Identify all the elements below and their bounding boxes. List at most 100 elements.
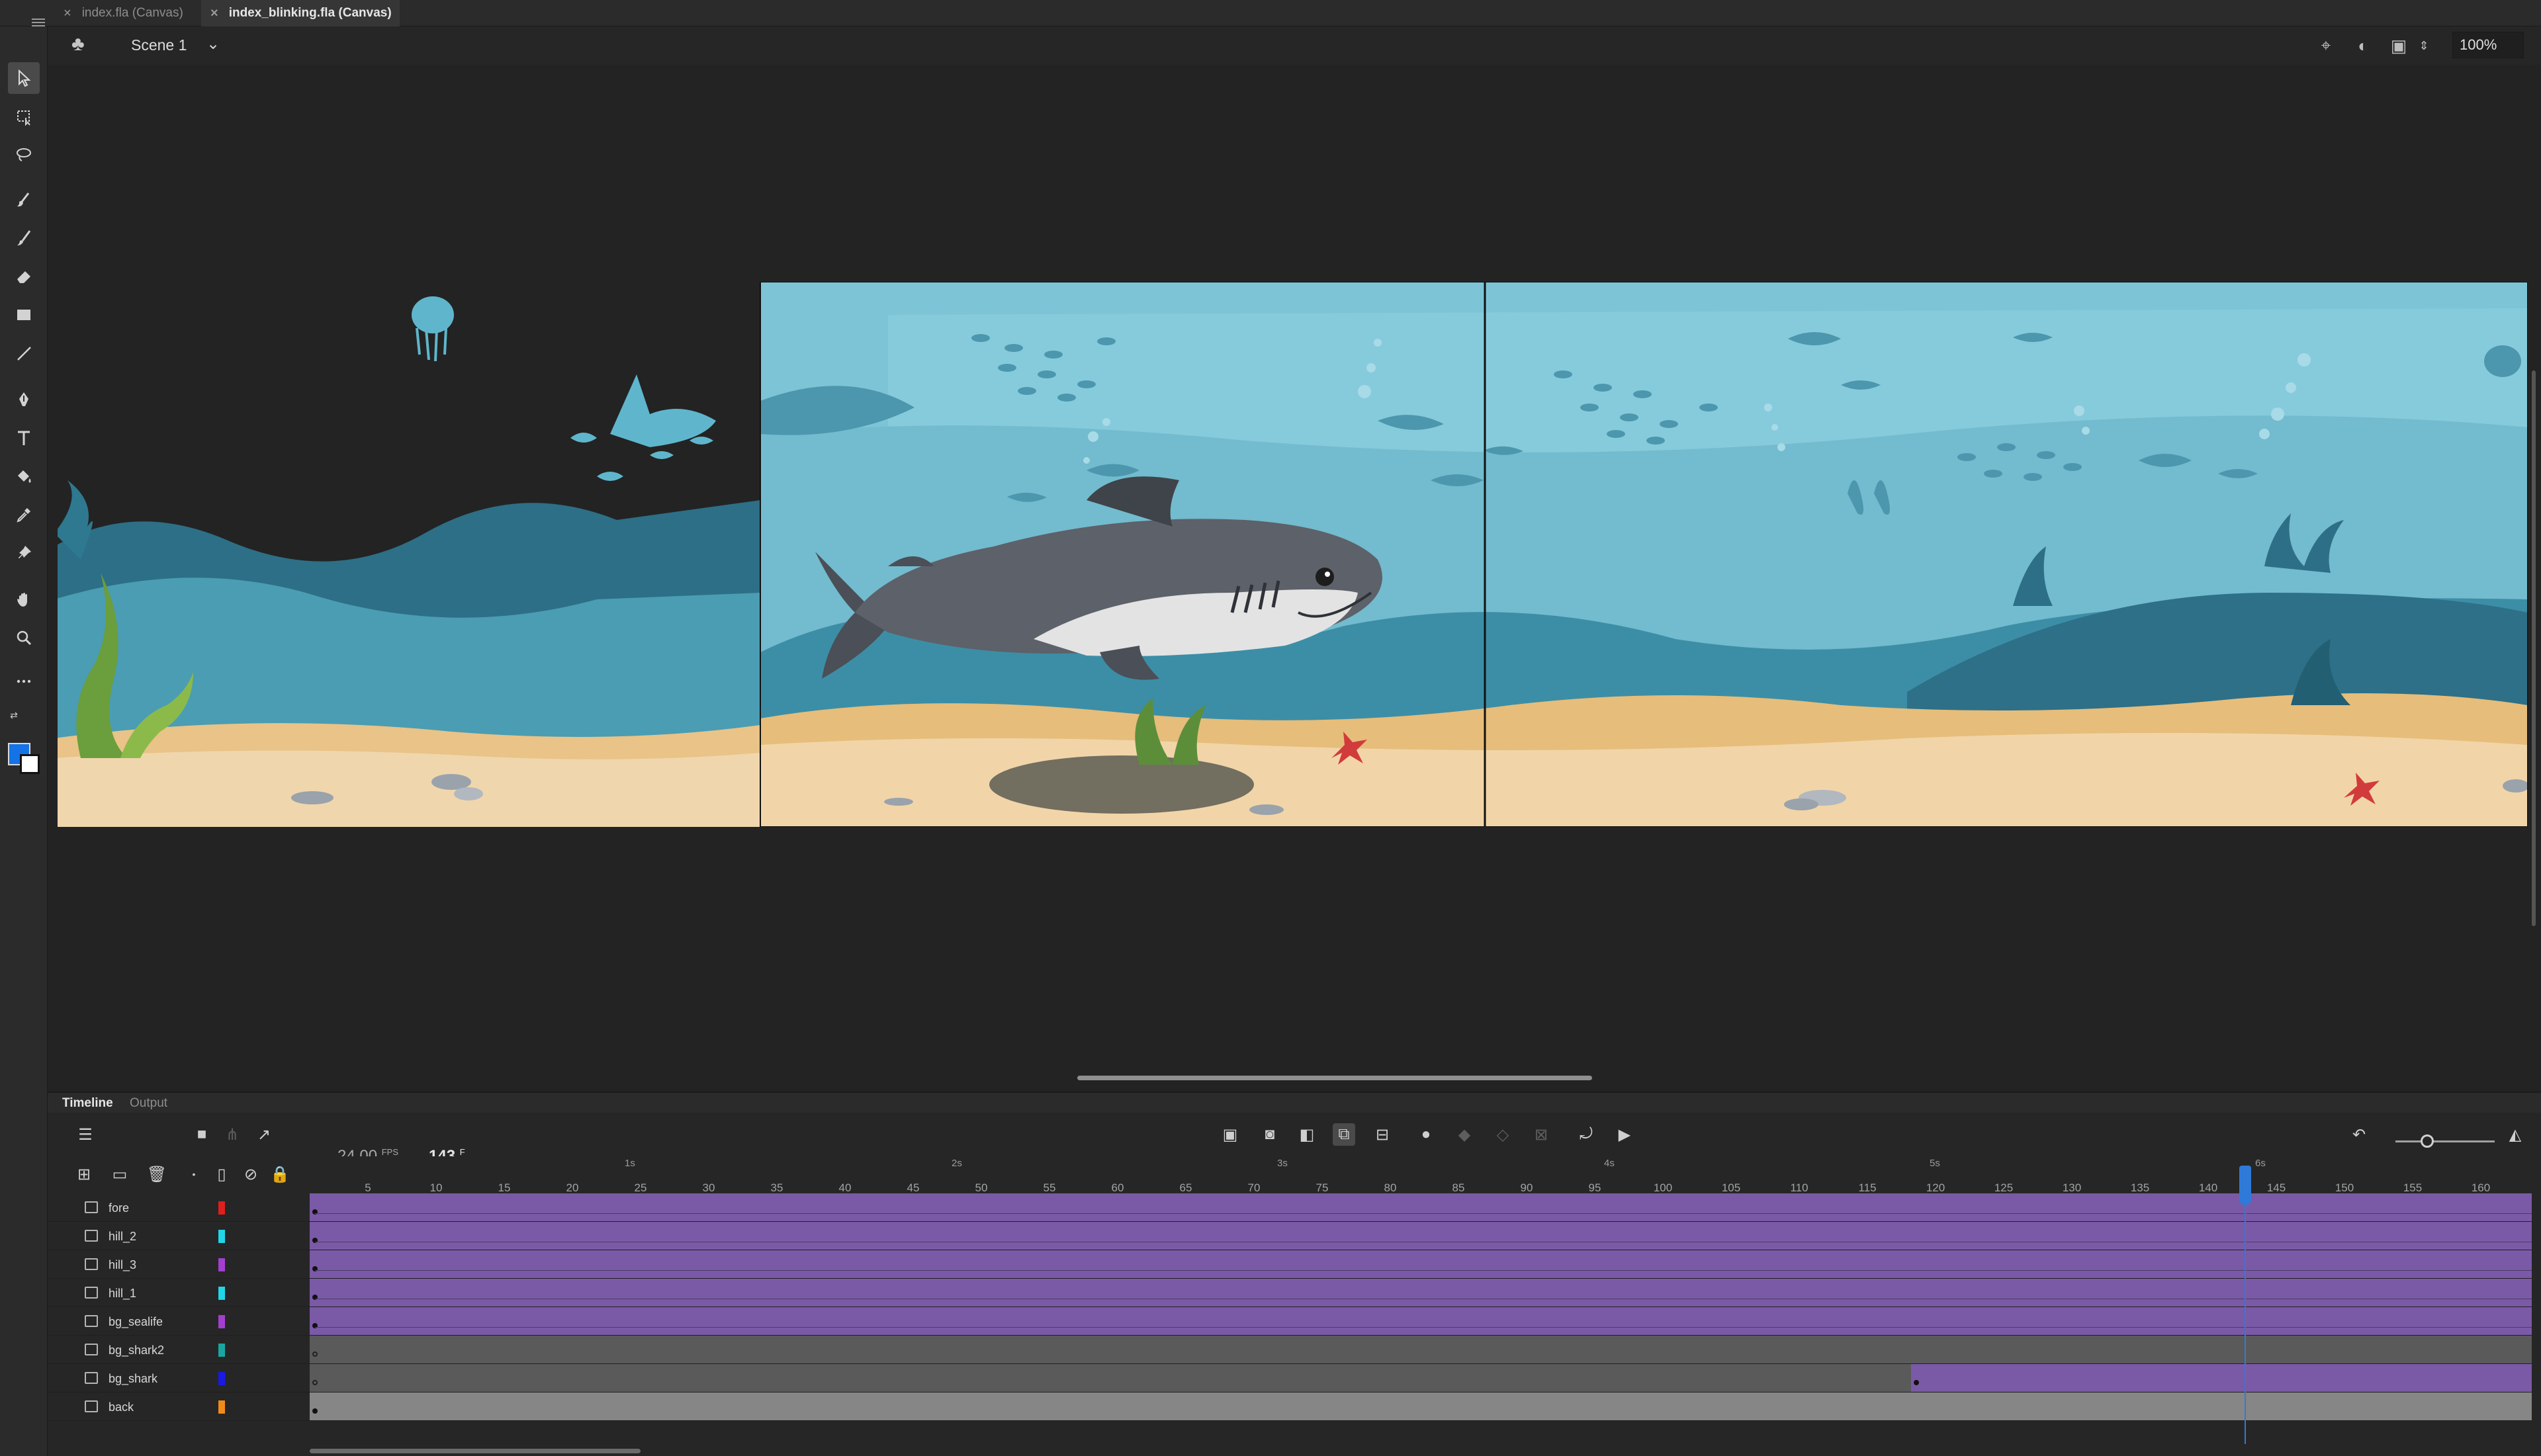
tween-span[interactable]: [1911, 1364, 2532, 1392]
selection-tool-icon[interactable]: [8, 62, 40, 94]
outline-icon[interactable]: ▯: [210, 1163, 233, 1185]
stop-icon[interactable]: ▣: [1219, 1123, 1241, 1146]
layer-parenting-icon[interactable]: ⋔: [221, 1123, 244, 1146]
layer-name[interactable]: bg_sealife: [109, 1315, 163, 1329]
line-icon[interactable]: [8, 337, 40, 369]
layer-name[interactable]: hill_1: [109, 1287, 136, 1301]
highlight-layer-icon[interactable]: •: [183, 1163, 205, 1185]
brush-icon[interactable]: [8, 222, 40, 254]
tab-output[interactable]: Output: [130, 1096, 167, 1111]
tween-span[interactable]: [310, 1250, 2532, 1278]
timeline-horizontal-scrollbar[interactable]: [310, 1449, 641, 1453]
tab-timeline[interactable]: Timeline: [62, 1096, 113, 1111]
layer-name[interactable]: hill_3: [109, 1258, 136, 1272]
frame-row[interactable]: [310, 1250, 2532, 1279]
chevron-down-icon[interactable]: ⌄: [206, 34, 220, 54]
layer-row[interactable]: bg_shark: [48, 1364, 310, 1392]
close-tab-icon[interactable]: ×: [64, 6, 71, 21]
insert-keyframe-icon[interactable]: ◆: [1453, 1123, 1476, 1146]
layer-color-swatch[interactable]: [218, 1287, 225, 1300]
layer-row[interactable]: back: [48, 1392, 310, 1421]
eyedropper-icon[interactable]: [8, 499, 40, 531]
play-icon[interactable]: ▶: [1613, 1123, 1636, 1146]
camera-icon[interactable]: ◐: [2352, 34, 2374, 57]
close-tab-icon[interactable]: ×: [210, 6, 218, 21]
tween-span[interactable]: [310, 1222, 2532, 1250]
timeline-ruler[interactable]: 1s 2s 3s 4s 5s 6s 5 10 15 20 25 30 35 40…: [310, 1156, 2532, 1195]
hide-layer-icon[interactable]: ⊘: [240, 1163, 262, 1185]
layer-color-swatch[interactable]: [218, 1372, 225, 1385]
remove-frames-icon[interactable]: ⊟: [1371, 1123, 1394, 1146]
text-icon[interactable]: [8, 422, 40, 454]
layer-color-swatch[interactable]: [218, 1201, 225, 1215]
more-icon[interactable]: [8, 665, 40, 697]
new-folder-icon[interactable]: ▭: [109, 1163, 131, 1185]
reset-zoom-icon[interactable]: ↶: [2348, 1123, 2370, 1146]
layer-row[interactable]: hill_2: [48, 1222, 310, 1250]
mountains-icon[interactable]: ◭: [2504, 1123, 2526, 1146]
paint-bucket-icon[interactable]: [8, 460, 40, 492]
layer-row[interactable]: fore: [48, 1193, 310, 1222]
rectangle-icon[interactable]: [8, 299, 40, 331]
zoom-level[interactable]: 100%: [2452, 32, 2524, 58]
pin-icon[interactable]: [8, 537, 40, 569]
stepper-icon[interactable]: ⇕: [2413, 34, 2435, 57]
pen-icon[interactable]: [8, 384, 40, 415]
layer-row[interactable]: hill_3: [48, 1250, 310, 1279]
lock-icon[interactable]: 🔒: [269, 1163, 291, 1185]
swap-colors-icon[interactable]: ⇄: [4, 705, 24, 725]
paint-brush-icon[interactable]: [8, 184, 40, 216]
center-stage-icon[interactable]: ⌖: [2315, 34, 2337, 57]
layer-row[interactable]: bg_sealife: [48, 1307, 310, 1336]
frame-row[interactable]: [310, 1307, 2532, 1336]
stage-canvas[interactable]: [54, 282, 2528, 827]
onion-skin-icon[interactable]: ◧: [1296, 1123, 1318, 1146]
clip-content-icon[interactable]: ▣: [2387, 34, 2410, 57]
frame-row[interactable]: [310, 1193, 2532, 1222]
frame-row[interactable]: [310, 1392, 2532, 1421]
lasso-icon[interactable]: [8, 139, 40, 171]
frame-row[interactable]: [310, 1279, 2532, 1307]
tween-span[interactable]: [310, 1193, 2532, 1221]
layer-name[interactable]: back: [109, 1400, 134, 1414]
eraser-icon[interactable]: [8, 261, 40, 292]
layer-color-swatch[interactable]: [218, 1400, 225, 1414]
frame-row[interactable]: [310, 1364, 2532, 1392]
new-layer-icon[interactable]: ⊞: [73, 1163, 95, 1185]
keyframe[interactable]: [312, 1408, 318, 1414]
layer-name[interactable]: bg_shark: [109, 1372, 157, 1386]
layer-name[interactable]: hill_2: [109, 1230, 136, 1244]
graph-icon[interactable]: ↗: [253, 1123, 275, 1146]
zoom-icon[interactable]: [8, 622, 40, 654]
tween-icon[interactable]: ●: [1415, 1123, 1437, 1146]
tween-span[interactable]: [310, 1307, 2532, 1335]
camera-icon[interactable]: ■: [191, 1123, 213, 1146]
layer-row[interactable]: bg_shark2: [48, 1336, 310, 1364]
layer-color-swatch[interactable]: [218, 1344, 225, 1357]
layers-icon[interactable]: ☰: [74, 1123, 97, 1146]
tween-span[interactable]: [310, 1279, 2532, 1306]
layer-row[interactable]: hill_1: [48, 1279, 310, 1307]
layer-color-swatch[interactable]: [218, 1230, 225, 1243]
frame-row[interactable]: [310, 1222, 2532, 1250]
playhead[interactable]: [2239, 1166, 2251, 1205]
delete-layer-icon[interactable]: 🗑: [146, 1163, 168, 1185]
tab-index-fla[interactable]: × index.fla (Canvas): [54, 0, 201, 26]
frame-zoom-slider[interactable]: [2395, 1140, 2495, 1142]
layer-name[interactable]: fore: [109, 1201, 129, 1215]
scene-name[interactable]: Scene 1: [131, 36, 187, 54]
stage-vertical-scrollbar[interactable]: [2532, 370, 2536, 926]
blank-keyframe[interactable]: [312, 1351, 318, 1357]
tab-index-blinking-fla[interactable]: × index_blinking.fla (Canvas): [201, 0, 400, 26]
frame-zoom-knob[interactable]: [2421, 1135, 2434, 1148]
frame-row[interactable]: [310, 1336, 2532, 1364]
blank-keyframe[interactable]: [312, 1380, 318, 1385]
loop-icon[interactable]: ⤾: [1575, 1123, 1597, 1146]
panel-menu-icon[interactable]: [32, 19, 45, 26]
frames-grid[interactable]: [310, 1193, 2532, 1438]
hand-icon[interactable]: [8, 583, 40, 615]
frame-span[interactable]: [310, 1364, 1911, 1392]
free-transform-icon[interactable]: [8, 101, 40, 132]
frame-span[interactable]: [310, 1392, 2532, 1420]
blank-keyframe-icon[interactable]: ◇: [1492, 1123, 1514, 1146]
